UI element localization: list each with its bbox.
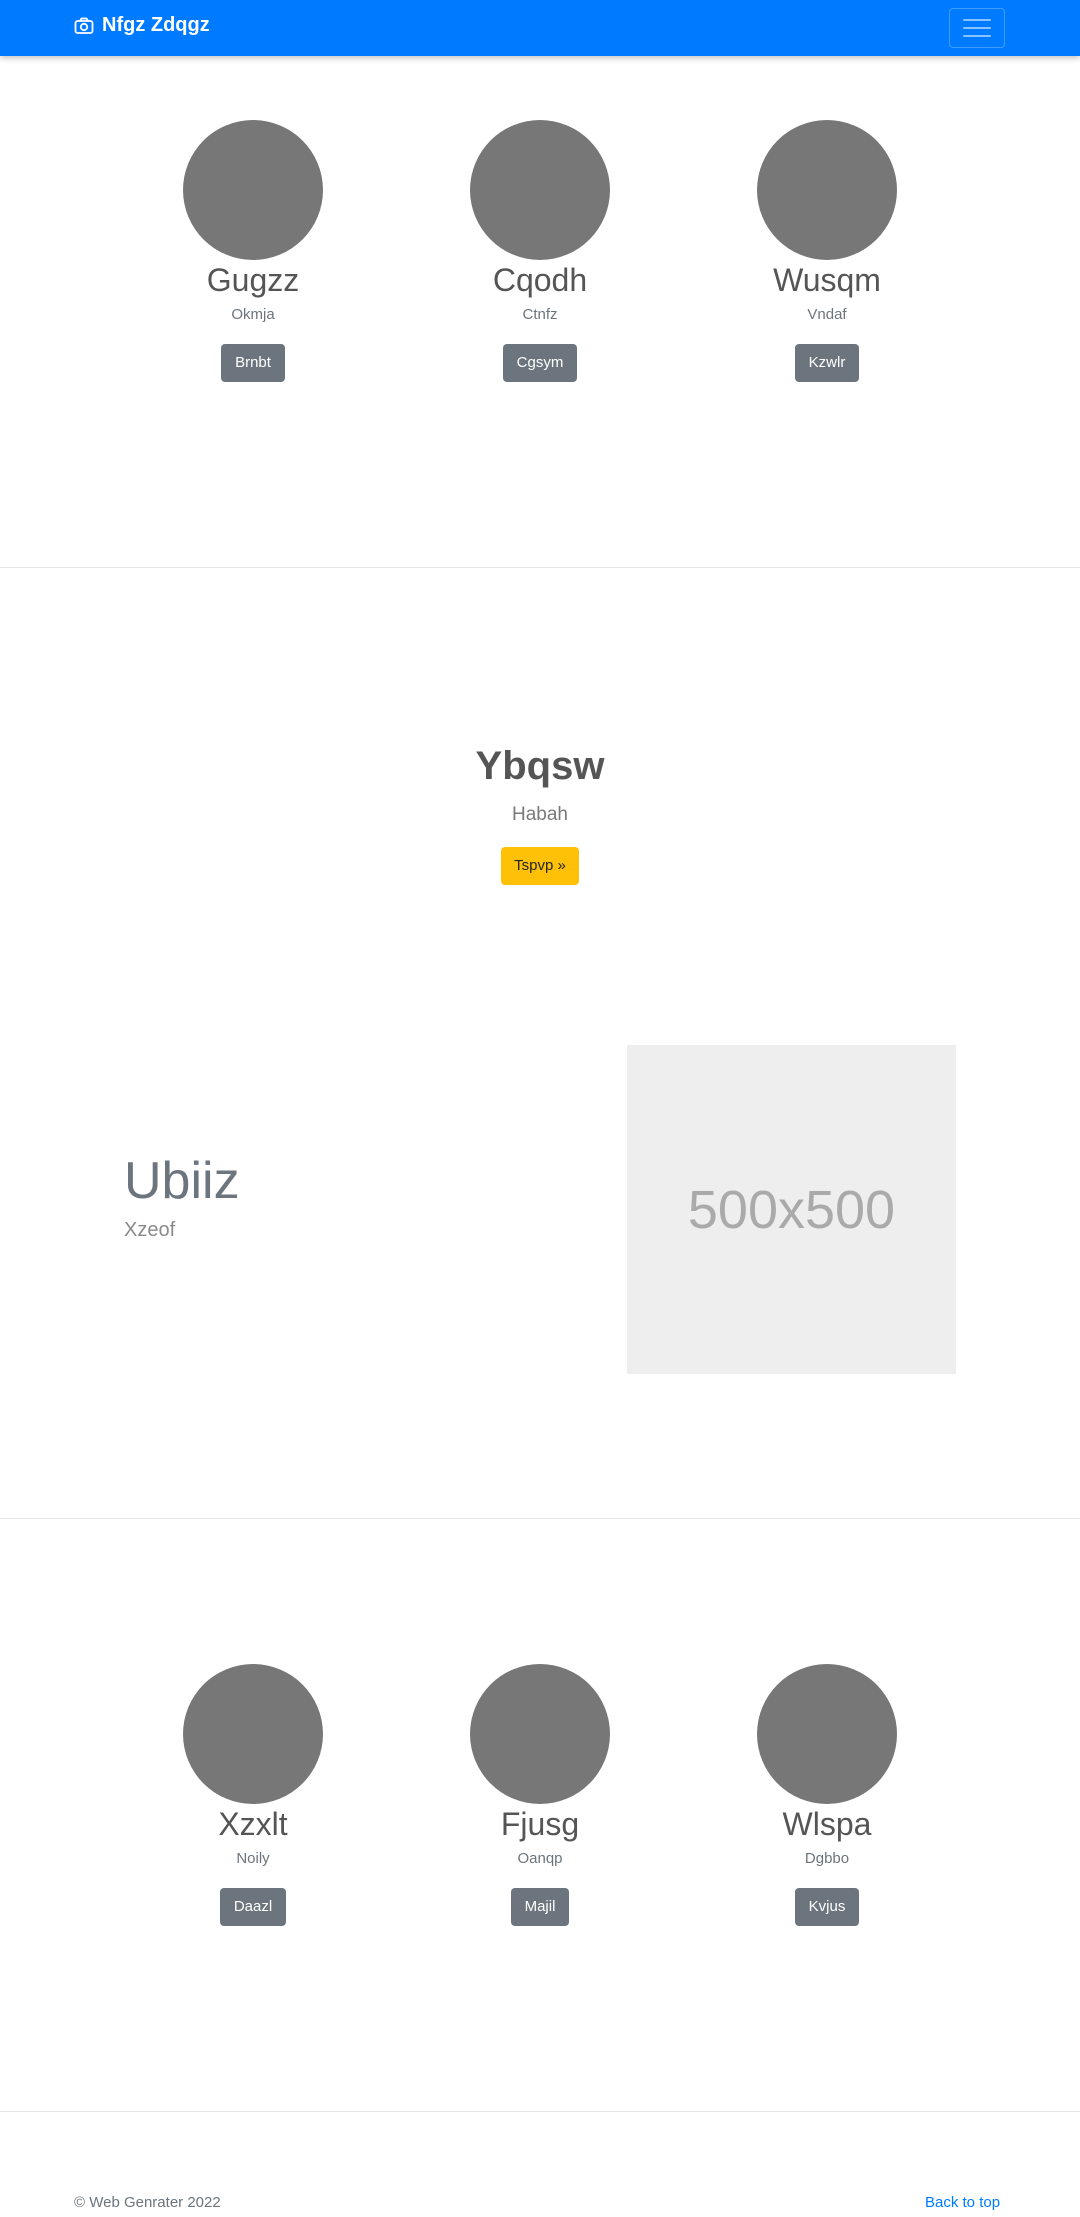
hamburger-icon (963, 18, 991, 38)
member-name: Wlspa (782, 1806, 872, 1842)
section-divider (0, 2111, 1080, 2112)
hero-title: Ybqsw (475, 744, 605, 788)
member-subtitle: Vndaf (807, 306, 847, 323)
navbar: Nfgz Zdqgz (0, 0, 1080, 56)
member-subtitle: Ctnfz (522, 306, 558, 323)
section-divider (0, 1518, 1080, 1519)
avatar (183, 1664, 323, 1804)
brand-link[interactable]: Nfgz Zdqgz (74, 14, 210, 37)
member-subtitle: Noily (236, 1850, 270, 1867)
member-button[interactable]: Majil (510, 1888, 570, 1926)
avatar (183, 120, 323, 260)
avatar (470, 1664, 610, 1804)
team-member-card: Xzxlt Noily Daazl (143, 1664, 363, 1926)
member-name: Gugzz (206, 262, 300, 298)
placeholder-label: 500x500 (687, 1179, 896, 1240)
avatar (470, 120, 610, 260)
team-member-card: Cqodh Ctnfz Cgsym (430, 120, 650, 382)
member-button[interactable]: Kvjus (794, 1888, 860, 1926)
member-name: Xzxlt (218, 1806, 288, 1842)
member-subtitle: Okmja (231, 306, 275, 323)
navbar-toggler-button[interactable] (949, 8, 1005, 48)
hero-subtitle: Habah (512, 804, 568, 825)
placeholder-image: 500x500 (627, 1045, 956, 1374)
member-name: Wusqm (773, 262, 881, 298)
team-member-card: Wlspa Dgbbo Kvjus (717, 1664, 937, 1926)
section-divider (0, 567, 1080, 568)
avatar (757, 120, 897, 260)
team-member-card: Gugzz Okmja Brnbt (143, 120, 363, 382)
member-button[interactable]: Brnbt (221, 344, 285, 382)
member-button[interactable]: Kzwlr (794, 344, 860, 382)
avatar (757, 1664, 897, 1804)
member-button[interactable]: Cgsym (502, 344, 578, 382)
member-subtitle: Dgbbo (804, 1850, 850, 1867)
member-name: Cqodh (492, 262, 588, 298)
team-member-card: Fjusg Oanqp Majil (430, 1664, 650, 1926)
feature-title: Ubiiz (124, 1152, 240, 1210)
back-to-top-link[interactable]: Back to top (925, 2194, 1000, 2211)
brand-name: Nfgz Zdqgz (102, 14, 210, 36)
team-member-card: Wusqm Vndaf Kzwlr (717, 120, 937, 382)
member-button[interactable]: Daazl (219, 1888, 287, 1926)
feature-subtitle: Xzeof (124, 1219, 176, 1241)
footer-copyright: © Web Genrater 2022 (74, 2194, 221, 2211)
member-subtitle: Oanqp (517, 1850, 563, 1867)
member-name: Fjusg (500, 1806, 580, 1842)
hero-button[interactable]: Tspvp » (501, 847, 579, 885)
camera-icon (74, 17, 94, 34)
